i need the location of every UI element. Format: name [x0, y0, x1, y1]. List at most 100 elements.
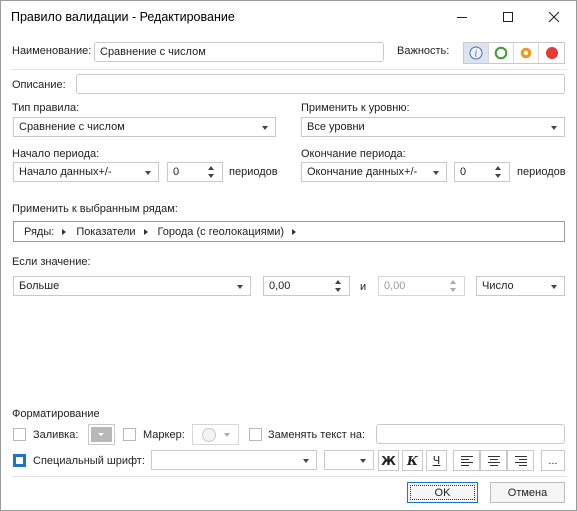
name-label: Наименование: — [12, 45, 92, 57]
replace-text-checkbox[interactable] — [249, 428, 262, 441]
close-button[interactable] — [531, 1, 577, 33]
breadcrumb-rows[interactable]: Ряды: — [14, 226, 74, 238]
name-input[interactable]: Сравнение с числом — [94, 42, 384, 62]
align-right-icon — [514, 455, 527, 466]
period-start-label: Начало периода: — [12, 148, 100, 160]
color-swatch — [91, 427, 112, 442]
orange-circle-icon — [520, 47, 532, 59]
period-start-value: Начало данных+/- — [19, 166, 112, 178]
breadcrumb-rows-label: Ряды: — [24, 225, 55, 238]
maximize-icon — [503, 12, 513, 22]
importance-red-button[interactable] — [539, 43, 564, 63]
period-start-select[interactable]: Начало данных+/- — [13, 162, 159, 182]
chevron-down-icon — [551, 126, 557, 130]
breadcrumb-cities-label: Города (с геолокациями) — [157, 225, 285, 238]
period-end-select[interactable]: Окончание данных+/- — [301, 162, 447, 182]
replace-text-input[interactable] — [376, 424, 565, 444]
divider — [11, 476, 567, 477]
breadcrumb-cities[interactable]: Города (с геолокациями) — [156, 226, 305, 238]
chevron-right-icon — [62, 228, 67, 235]
period-end-value: Окончание данных+/- — [307, 166, 418, 178]
validation-rule-dialog: Правило валидации - Редактирование Наиме… — [0, 0, 577, 511]
green-circle-icon — [494, 46, 508, 60]
description-input[interactable] — [76, 74, 565, 94]
period-end-unit: периодов — [517, 166, 566, 178]
bold-button[interactable]: Ж — [378, 450, 399, 471]
rule-type-value: Сравнение с числом — [19, 121, 125, 133]
period-end-count[interactable]: 0 — [454, 162, 510, 182]
chevron-down-icon — [237, 285, 243, 289]
importance-selector: i — [463, 42, 565, 64]
marker-picker[interactable] — [192, 424, 239, 445]
value-type-select[interactable]: Число — [476, 276, 565, 296]
title-bar: Правило валидации - Редактирование — [1, 1, 576, 33]
chevron-down-icon — [262, 126, 268, 130]
importance-green-button[interactable] — [489, 43, 514, 63]
font-family-select[interactable] — [151, 450, 317, 470]
fill-color-picker[interactable] — [88, 424, 115, 445]
spin-icon[interactable] — [495, 166, 503, 179]
divider — [11, 69, 567, 70]
apply-level-select[interactable]: Все уровни — [301, 117, 565, 137]
chevron-down-icon — [360, 459, 366, 463]
condition-label: Если значение: — [12, 256, 91, 268]
font-size-select[interactable] — [324, 450, 374, 470]
align-left-button[interactable] — [453, 450, 480, 471]
rows-breadcrumb: Ряды: Показатели Города (с геолокациями) — [13, 221, 565, 242]
svg-text:i: i — [475, 50, 478, 60]
importance-info-button[interactable]: i — [464, 43, 489, 63]
spin-icon[interactable] — [450, 280, 458, 293]
minimize-button[interactable] — [439, 1, 485, 33]
operator-select[interactable]: Больше — [13, 276, 251, 296]
minimize-icon — [457, 17, 467, 18]
align-center-icon — [487, 455, 500, 466]
maximize-button[interactable] — [485, 1, 531, 33]
chevron-down-icon — [145, 171, 151, 175]
rule-type-select[interactable]: Сравнение с числом — [13, 117, 276, 137]
more-options-button[interactable]: ... — [541, 450, 565, 471]
align-right-button[interactable] — [507, 450, 534, 471]
spin-icon[interactable] — [335, 280, 343, 293]
and-label: и — [360, 281, 367, 293]
breadcrumb-indicators[interactable]: Показатели — [74, 226, 155, 238]
operator-value: Больше — [19, 280, 60, 292]
align-center-button[interactable] — [480, 450, 507, 471]
importance-orange-button[interactable] — [514, 43, 539, 63]
breadcrumb-indicators-label: Показатели — [76, 225, 136, 238]
special-font-checkbox[interactable] — [13, 454, 26, 467]
spin-icon[interactable] — [208, 166, 216, 179]
ok-button[interactable]: OK — [407, 482, 478, 503]
apply-level-value: Все уровни — [307, 121, 365, 133]
fill-checkbox[interactable] — [13, 428, 26, 441]
period-start-count-value: 0 — [173, 166, 180, 178]
marker-checkbox[interactable] — [123, 428, 136, 441]
underline-button[interactable]: Ч — [426, 450, 447, 471]
importance-label: Важность: — [397, 45, 450, 57]
chevron-down-icon — [551, 285, 557, 289]
apply-rows-label: Применить к выбранным рядам: — [12, 203, 178, 215]
red-circle-icon — [545, 47, 558, 59]
window-title: Правило валидации - Редактирование — [11, 10, 235, 24]
rule-type-label: Тип правила: — [12, 102, 80, 114]
chevron-down-icon — [433, 171, 439, 175]
description-label: Описание: — [12, 79, 66, 91]
value1-value: 0,00 — [269, 280, 291, 292]
value2-input[interactable]: 0,00 — [378, 276, 465, 296]
fill-label: Заливка: — [33, 429, 79, 441]
chevron-right-icon — [292, 228, 297, 235]
italic-button[interactable]: К — [402, 450, 423, 471]
chevron-right-icon — [143, 228, 148, 235]
cancel-button[interactable]: Отмена — [490, 482, 565, 503]
value2-value: 0,00 — [384, 280, 406, 292]
replace-text-label: Заменять текст на: — [268, 429, 366, 441]
circle-marker-icon — [202, 428, 216, 442]
value-type-value: Число — [482, 280, 514, 292]
special-font-label: Специальный шрифт: — [33, 455, 145, 467]
formatting-label: Форматирование — [12, 408, 100, 420]
chevron-down-icon — [303, 459, 309, 463]
info-icon: i — [469, 46, 483, 60]
apply-level-label: Применить к уровню: — [301, 102, 410, 114]
chevron-down-icon — [98, 433, 104, 436]
period-start-count[interactable]: 0 — [167, 162, 223, 182]
value1-input[interactable]: 0,00 — [263, 276, 350, 296]
